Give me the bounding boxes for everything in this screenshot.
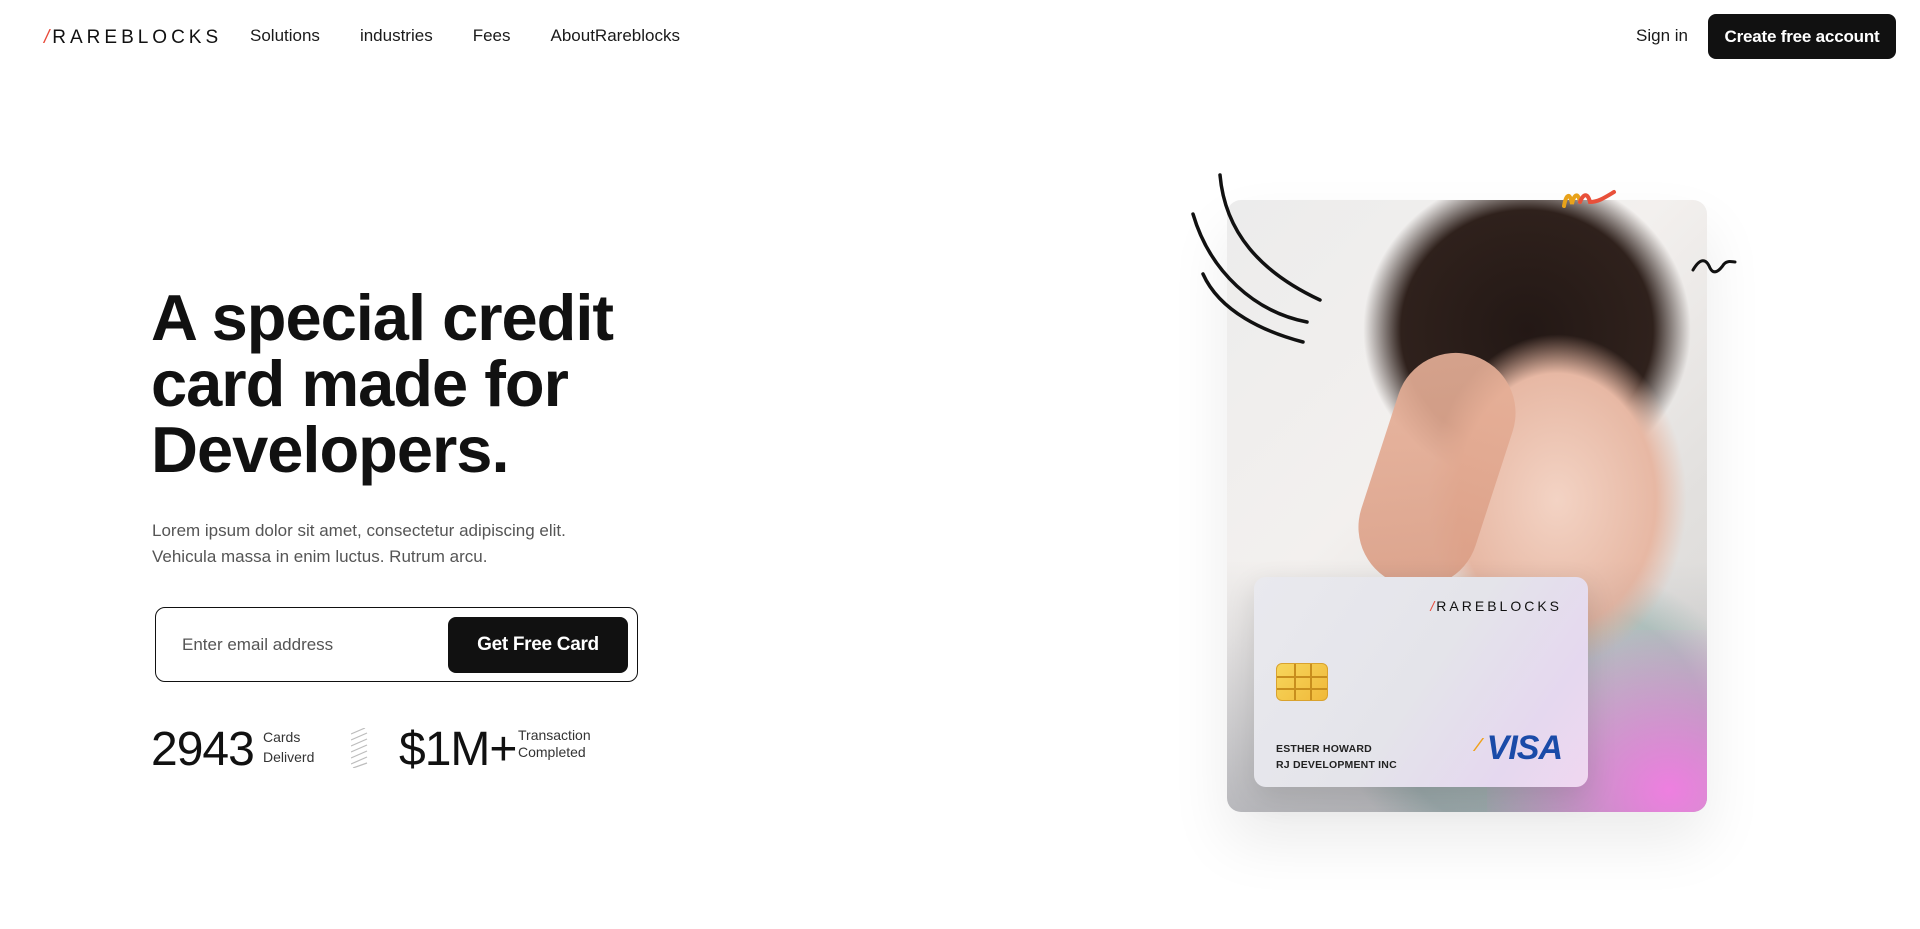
card-holder: ESTHER HOWARD RJ DEVELOPMENT INC bbox=[1276, 741, 1397, 773]
nav-link-industries[interactable]: industries bbox=[360, 26, 433, 46]
card-logo: / RAREBLOCKS bbox=[1430, 598, 1562, 614]
nav-link-solutions[interactable]: Solutions bbox=[250, 26, 320, 46]
wave-decoration bbox=[1691, 259, 1737, 274]
brand-logo[interactable]: / RAREBLOCKS bbox=[44, 27, 222, 49]
top-navigation: / RAREBLOCKS Solutions industries Fees A… bbox=[0, 0, 1920, 74]
stat-cards-label-line1: Cards bbox=[263, 729, 301, 745]
squiggle-decoration bbox=[1562, 190, 1616, 208]
card-logo-slash: / bbox=[1430, 598, 1435, 614]
nav-links: Solutions industries Fees AboutRareblock… bbox=[250, 26, 720, 46]
card-holder-name: ESTHER HOWARD bbox=[1276, 743, 1372, 755]
credit-card: / RAREBLOCKS ESTHER HOWARD RJ DEVELOPMENT… bbox=[1254, 577, 1588, 787]
visa-text: VISA bbox=[1486, 729, 1563, 767]
hero-title: A special credit card made for Developer… bbox=[151, 281, 614, 486]
divider-hatch-icon bbox=[351, 728, 368, 768]
card-logo-text: RAREBLOCKS bbox=[1436, 598, 1562, 614]
visa-tick-icon: ⁄ bbox=[1476, 735, 1480, 755]
logo-slash: / bbox=[44, 27, 50, 48]
chip-icon bbox=[1276, 663, 1328, 701]
email-signup-form: Get Free Card bbox=[155, 607, 638, 682]
get-free-card-button[interactable]: Get Free Card bbox=[448, 617, 628, 673]
scribble-lines-decoration bbox=[1191, 173, 1322, 344]
nav-link-fees[interactable]: Fees bbox=[473, 26, 511, 46]
card-holder-company: RJ DEVELOPMENT INC bbox=[1276, 759, 1397, 771]
stat-cards-value: 2943 bbox=[151, 723, 255, 776]
sign-in-link[interactable]: Sign in bbox=[1636, 26, 1688, 46]
hero-description: Lorem ipsum dolor sit amet, consectetur … bbox=[152, 521, 566, 566]
logo-text: RAREBLOCKS bbox=[52, 27, 223, 48]
email-input[interactable] bbox=[182, 608, 432, 681]
stat-transactions-value: $1M+ bbox=[399, 723, 517, 776]
visa-logo: ⁄ VISA bbox=[1477, 729, 1563, 768]
stat-cards-label-line2: Deliverd bbox=[263, 749, 315, 765]
create-account-button[interactable]: Create free account bbox=[1708, 14, 1896, 59]
nav-link-about[interactable]: AboutRareblocks bbox=[551, 26, 680, 46]
stat-transactions-label-line2: Completed bbox=[518, 744, 586, 760]
